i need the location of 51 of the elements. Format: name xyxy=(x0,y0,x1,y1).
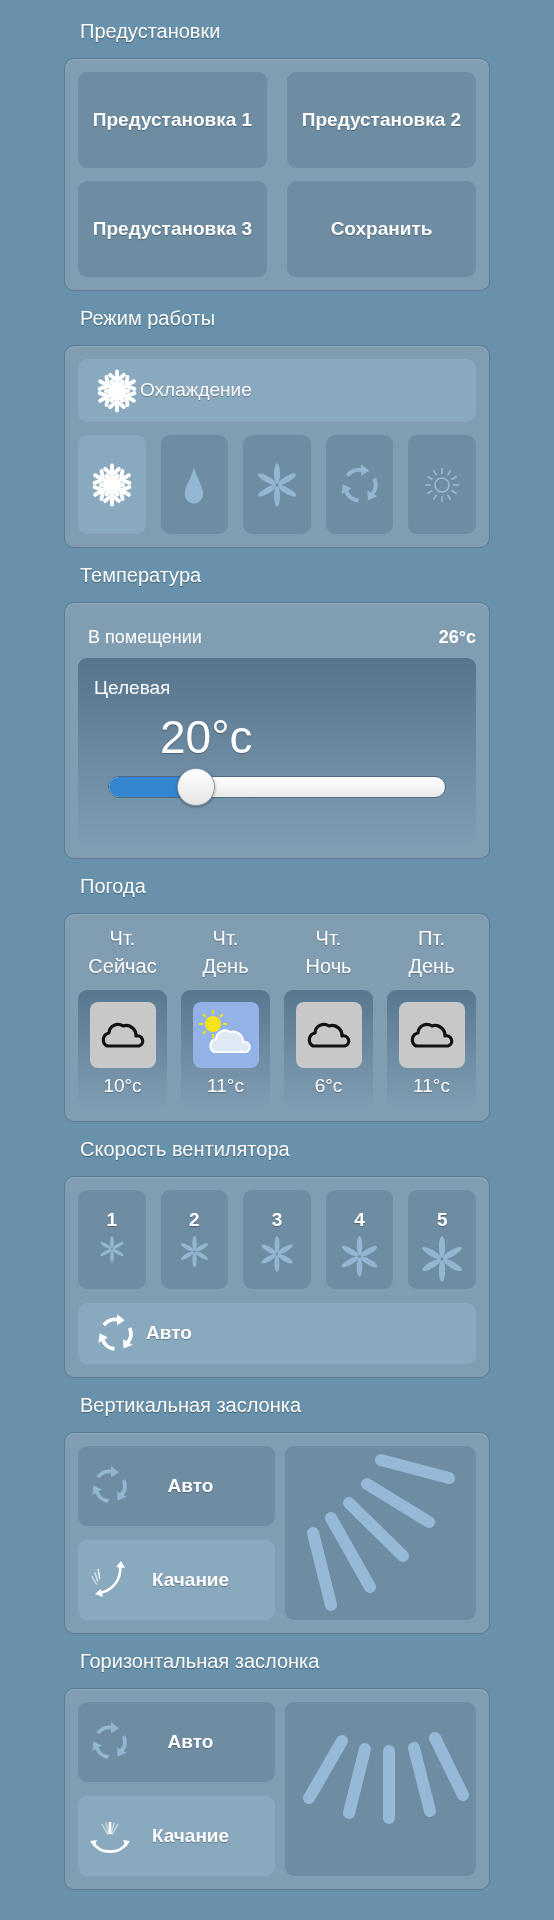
preset-button[interactable]: Предустановка 3 xyxy=(78,181,267,277)
weather-day: Чт. xyxy=(315,924,342,952)
weather-period: День xyxy=(408,954,455,979)
temperature-slider[interactable] xyxy=(108,766,446,807)
swing-button[interactable]: Качание xyxy=(78,1796,275,1876)
fan-speed-button[interactable]: 5 xyxy=(408,1190,476,1289)
fan-icon xyxy=(258,1234,296,1273)
fan-speed-button[interactable]: 1 xyxy=(78,1190,146,1289)
weather-temperature: 11°c xyxy=(413,1074,450,1098)
fan-speed-button[interactable]: 3 xyxy=(243,1190,311,1289)
weather-temperature: 6°c xyxy=(314,1074,343,1098)
mode-label: Охлаждение xyxy=(140,378,252,403)
mode-button[interactable] xyxy=(160,435,229,534)
cloud-icon xyxy=(89,1002,156,1068)
weather-day: Пт. xyxy=(418,924,445,952)
target-temperature: 20°c xyxy=(160,709,253,765)
section-title: Режим работы xyxy=(79,306,216,331)
mode-button[interactable] xyxy=(408,435,476,534)
weather-temperature: 11°c xyxy=(207,1074,244,1098)
indoor-temperature: 26°c xyxy=(438,625,476,649)
section-title: Предустановки xyxy=(79,19,221,44)
weather-period: Сейчас xyxy=(88,954,157,979)
fan-icon xyxy=(97,1234,126,1263)
section-title: Вертикальная заслонка xyxy=(79,1393,302,1418)
section-title: Погода xyxy=(79,874,146,899)
preset-button[interactable]: Сохранить xyxy=(287,181,476,277)
auto-button[interactable]: Авто xyxy=(78,1702,275,1782)
preset-button[interactable]: Предустановка 1 xyxy=(78,72,267,168)
weather-day: Чт. xyxy=(109,924,136,952)
section-title: Горизонтальная заслонка xyxy=(79,1649,320,1674)
mode-button[interactable] xyxy=(325,435,394,534)
cloud-icon xyxy=(398,1002,465,1068)
cloud-icon xyxy=(295,1002,362,1068)
swing-button[interactable]: Качание xyxy=(78,1540,275,1620)
weather-period: День xyxy=(202,954,249,979)
fan-speed-button[interactable]: 4 xyxy=(325,1190,394,1289)
partly-cloudy-icon xyxy=(192,1002,259,1068)
target-label: Целевая xyxy=(94,676,171,700)
weather-day: Чт. xyxy=(212,924,239,952)
weather-period: Ночь xyxy=(305,954,352,979)
auto-button[interactable]: Авто xyxy=(78,1446,275,1526)
weather-temperature: 10°c xyxy=(103,1074,142,1098)
section-title: Скорость вентилятора xyxy=(79,1137,290,1162)
preset-button[interactable]: Предустановка 2 xyxy=(287,72,476,168)
fan-speed-button[interactable]: 2 xyxy=(160,1190,229,1289)
section-title: Температура xyxy=(79,563,202,588)
auto-button[interactable]: Авто xyxy=(78,1303,476,1364)
indoor-label: В помещении xyxy=(88,625,202,649)
mode-button[interactable] xyxy=(78,435,146,534)
mode-button[interactable] xyxy=(243,435,311,534)
slider-thumb[interactable] xyxy=(177,767,216,806)
